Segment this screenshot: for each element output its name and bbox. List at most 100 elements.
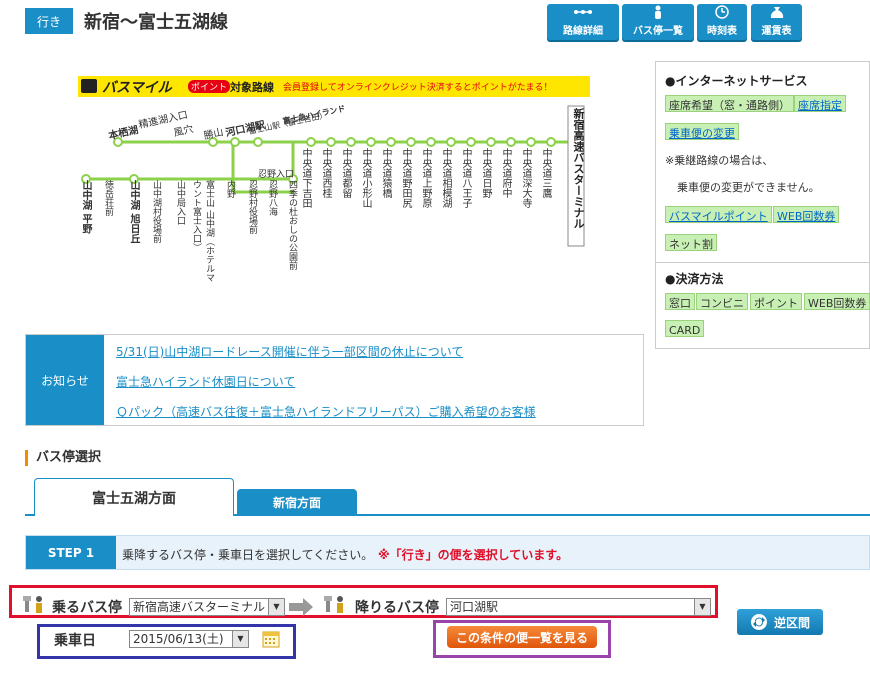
money-bag-icon bbox=[767, 5, 787, 19]
bus-stop-list-label: バス停一覧 bbox=[633, 26, 683, 37]
news-item[interactable]: Ｑパック（高速バス往復＋富士急ハイランドフリーパス）ご購入希望のお客様 bbox=[116, 403, 536, 420]
route-stop-dot bbox=[386, 137, 396, 147]
chuo-stop-label: 中央道日野 bbox=[480, 148, 491, 198]
timetable-button[interactable]: 時刻表 bbox=[697, 4, 747, 40]
board-stop-value: 新宿高速バスターミナル bbox=[133, 600, 266, 614]
service-panel: ●インターネットサービス 座席希望（窓・通路側） 座席指定 乗車便の変更 ※乗継… bbox=[655, 61, 870, 349]
seat-preference-chip: 座席希望（窓・通路側） bbox=[665, 95, 794, 112]
route-map-icon bbox=[573, 5, 593, 19]
lower-stop-label: 徳岳荘前 bbox=[103, 180, 113, 216]
alight-stop-value: 河口湖駅 bbox=[450, 600, 499, 614]
arrow-right-icon bbox=[289, 598, 313, 616]
payment-point: ポイント bbox=[750, 293, 802, 310]
web-coupon-link[interactable]: WEB回数券 bbox=[773, 206, 840, 223]
lower-stop-label: 富士山 山中湖（ホテルマウント富士入口） bbox=[191, 180, 214, 282]
target-route-label: 対象路線 bbox=[230, 81, 274, 94]
boarding-date-select[interactable]: 2015/06/13(土) ▼ bbox=[129, 630, 249, 648]
upper-stop-label: 勝山 bbox=[202, 127, 225, 142]
route-stop-dot bbox=[486, 137, 496, 147]
transfer-note-2: 乗車便の変更ができません。 bbox=[677, 181, 820, 194]
chevron-down-icon: ▼ bbox=[232, 631, 248, 647]
route-stop-dot bbox=[506, 137, 516, 147]
route-stop-dot bbox=[426, 137, 436, 147]
route-stop-dot bbox=[466, 137, 476, 147]
chuo-stop-label: 中央道深大寺 bbox=[520, 148, 531, 208]
fare-table-label: 運賃表 bbox=[761, 26, 792, 37]
news-box: お知らせ 5/31(日)山中湖ロードレース開催に伴う一部区間の休止について 富士… bbox=[25, 334, 644, 426]
boarding-date-value: 2015/06/13(土) bbox=[133, 632, 224, 646]
board-stop-label: 乗るバス停 bbox=[52, 600, 122, 616]
route-title: 新宿〜富士五湖線 bbox=[84, 12, 228, 33]
lower-stop-label: 忍野村役場前 bbox=[247, 180, 257, 234]
chevron-down-icon: ▼ bbox=[694, 599, 710, 615]
bus-stop-list-button[interactable]: バス停一覧 bbox=[622, 4, 694, 40]
step-bar: STEP 1 乗降するバス停・乗車日を選択してください。 ※「行き」の便を選択し… bbox=[25, 535, 870, 570]
toolbar: 路線詳細 バス停一覧 時刻表 運賃表 bbox=[547, 4, 802, 40]
upper-stop-label: 風穴 bbox=[172, 124, 195, 139]
calendar-icon[interactable] bbox=[262, 630, 280, 648]
chuo-stop-label: 中央道八王子 bbox=[460, 148, 471, 208]
chuo-stop-label: 中央道上野原 bbox=[420, 148, 431, 208]
chuo-stop-label: 中央道相模湖 bbox=[440, 148, 451, 208]
chuo-stop-label: 中央道都留 bbox=[340, 148, 351, 198]
payment-convenience: コンビニ bbox=[696, 293, 748, 310]
lower-stop-label: 四季の杜おしの公園前 bbox=[287, 180, 297, 270]
news-item[interactable]: 5/31(日)山中湖ロードレース開催に伴う一部区間の休止について bbox=[116, 343, 463, 360]
transfer-note-1: ※乗継路線の場合は、 bbox=[665, 154, 774, 167]
alight-stop-label: 降りるバス停 bbox=[355, 600, 439, 616]
seat-reservation-link[interactable]: 座席指定 bbox=[794, 95, 846, 112]
clock-icon bbox=[712, 5, 732, 19]
step-badge: STEP 1 bbox=[26, 536, 116, 569]
direction-badge: 行き bbox=[25, 8, 73, 34]
chuo-stop-label: 中央道三鷹 bbox=[540, 148, 551, 198]
lower-stop-label: 忍野八海 bbox=[267, 180, 277, 216]
search-trips-button[interactable]: この条件の便一覧を見る bbox=[447, 626, 597, 648]
payment-card: CARD bbox=[665, 320, 705, 337]
reverse-icon bbox=[750, 613, 768, 631]
chuo-stop-label: 中央道府中 bbox=[500, 148, 511, 198]
upper-stops: 本栖湖 精進湖入口 風穴 勝山 河口湖駅 富士山駅（富士吉田） 富士急ハイランド bbox=[78, 100, 378, 142]
chevron-down-icon: ▼ bbox=[268, 599, 284, 615]
step-instruction: 乗降するバス停・乗車日を選択してください。 bbox=[122, 548, 374, 562]
bus-mile-point-link[interactable]: バスマイルポイント bbox=[665, 206, 772, 223]
change-trip-link[interactable]: 乗車便の変更 bbox=[665, 123, 739, 140]
payment-title: ●決済方法 bbox=[665, 272, 724, 286]
news-label: お知らせ bbox=[26, 335, 104, 425]
lower-stops: 山中湖 平野 徳岳荘前 山中湖 旭日丘 山中湖村役場前 山中局入口 富士山 山中湖（ホテル… bbox=[78, 170, 338, 290]
step-note: ※「行き」の便を選択しています。 bbox=[378, 548, 569, 562]
boarding-date-label: 乗車日 bbox=[54, 633, 96, 649]
chuo-stop-label: 中央道野田尻 bbox=[400, 148, 411, 208]
route-stop-dot bbox=[406, 137, 416, 147]
net-discount-chip: ネット割 bbox=[665, 234, 717, 251]
tab-shinjuku[interactable]: 新宿方面 bbox=[237, 489, 357, 515]
route-detail-button[interactable]: 路線詳細 bbox=[547, 4, 619, 40]
bus-stop-icon bbox=[323, 595, 349, 613]
payment-web-coupon: WEB回数券 bbox=[804, 293, 870, 310]
alight-stop-select[interactable]: 河口湖駅 ▼ bbox=[446, 598, 711, 616]
lower-stop-label: 山中湖 旭日丘 bbox=[128, 180, 139, 244]
reverse-route-button[interactable]: 逆区間 bbox=[737, 609, 823, 635]
tab-fuji-five-lakes[interactable]: 富士五湖方面 bbox=[34, 478, 234, 516]
news-item[interactable]: 富士急ハイランド休園日について bbox=[116, 373, 295, 390]
lower-stop-label: 山中湖 平野 bbox=[80, 180, 91, 234]
fare-table-button[interactable]: 運賃表 bbox=[751, 4, 802, 40]
upper-stop-label: 富士急ハイランド bbox=[281, 103, 347, 127]
board-stop-select[interactable]: 新宿高速バスターミナル ▼ bbox=[129, 598, 285, 616]
person-icon bbox=[648, 5, 668, 19]
lower-stop-label: 内野 bbox=[225, 180, 235, 198]
panel-divider bbox=[656, 262, 869, 263]
bus-mile-banner: バスマイル ポイント 対象路線 会員登録してオンラインクレジット決済するとポイン… bbox=[78, 76, 590, 97]
bus-stop-icon bbox=[22, 595, 48, 613]
bus-icon bbox=[81, 79, 97, 93]
reverse-route-label: 逆区間 bbox=[773, 615, 810, 630]
bus-stop-selection-title: バス停選択 bbox=[25, 450, 101, 466]
lower-stop-label: 山中局入口 bbox=[175, 180, 185, 225]
payment-window: 窓口 bbox=[665, 293, 695, 310]
point-badge: ポイント bbox=[188, 80, 231, 93]
route-stop-dot bbox=[546, 137, 556, 147]
bus-mile-logo: バスマイル bbox=[102, 80, 172, 96]
lower-stop-label: 忍野入口 bbox=[258, 170, 295, 180]
internet-service-title: ●インターネットサービス bbox=[665, 74, 808, 88]
chuo-stop-label: 中央道小形山 bbox=[360, 148, 371, 208]
upper-stop-label: 本栖湖 bbox=[107, 125, 140, 142]
